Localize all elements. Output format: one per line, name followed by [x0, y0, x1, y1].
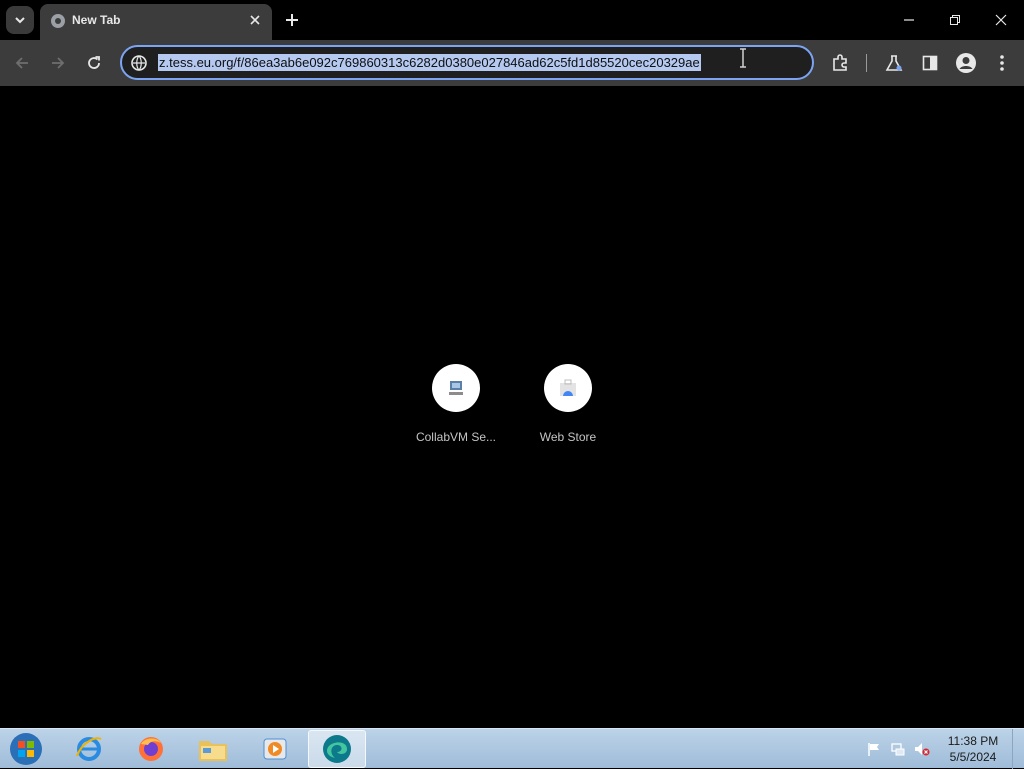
start-button[interactable] — [6, 730, 46, 768]
shortcut-tile[interactable] — [432, 364, 480, 412]
reload-icon — [88, 56, 100, 69]
shortcut-tile[interactable] — [544, 364, 592, 412]
toolbar-divider — [866, 54, 867, 72]
taskbar: 11:38 PM 5/5/2024 — [0, 728, 1024, 769]
plus-icon — [286, 14, 298, 26]
clock-date: 5/5/2024 — [949, 750, 997, 764]
globe-icon — [51, 14, 65, 28]
windows-logo-icon — [10, 733, 42, 765]
clock-time: 11:38 PM — [947, 734, 999, 748]
volume-muted-icon[interactable] — [914, 741, 930, 757]
network-icon[interactable] — [890, 741, 906, 757]
close-window-button[interactable] — [978, 0, 1024, 40]
browser-toolbar: z.tess.eu.org/f/86ea3ab6e092c769860313c6… — [0, 40, 1024, 86]
media-player-icon — [263, 738, 287, 760]
url-text[interactable]: z.tess.eu.org/f/86ea3ab6e092c769860313c6… — [158, 54, 701, 71]
system-clock[interactable]: 11:38 PM 5/5/2024 — [940, 733, 1006, 765]
labs-button[interactable] — [880, 49, 908, 77]
new-tab-page: CollabVM Se... Web Store — [0, 86, 1024, 728]
action-center-flag-icon[interactable] — [866, 741, 882, 757]
show-desktop-button[interactable] — [1012, 729, 1024, 769]
flask-icon — [885, 55, 903, 71]
folder-icon — [199, 741, 227, 761]
tab-title: New Tab — [72, 13, 121, 27]
back-button[interactable] — [8, 49, 36, 77]
tab-new-tab[interactable]: New Tab — [40, 4, 272, 40]
taskbar-app-firefox[interactable] — [122, 730, 180, 768]
taskbar-app-internet-explorer[interactable] — [60, 730, 118, 768]
browser-window: New Tab z.tess.eu.org/f/86ea3ab6e092c769… — [0, 0, 1024, 728]
chevron-down-icon — [15, 17, 25, 24]
taskbar-app-media-player[interactable] — [246, 730, 304, 768]
arrow-left-icon — [15, 57, 28, 69]
text-cursor-icon — [740, 48, 746, 68]
new-tab-button[interactable] — [280, 8, 304, 32]
shortcut-collabvm[interactable]: CollabVM Se... — [406, 364, 506, 454]
minimize-icon — [904, 19, 914, 21]
reload-button[interactable] — [80, 49, 108, 77]
address-bar[interactable]: z.tess.eu.org/f/86ea3ab6e092c769860313c6… — [120, 45, 814, 80]
puzzle-icon — [833, 54, 847, 71]
forward-button[interactable] — [44, 49, 72, 77]
extensions-button[interactable] — [826, 49, 854, 77]
side-panel-button[interactable] — [916, 49, 944, 77]
site-info-icon[interactable] — [130, 54, 148, 72]
tab-strip: New Tab — [0, 0, 1024, 40]
taskbar-app-file-explorer[interactable] — [184, 730, 242, 768]
ie-icon — [76, 737, 102, 761]
close-icon — [250, 15, 260, 25]
side-panel-icon — [922, 55, 938, 71]
close-icon — [995, 14, 1007, 26]
web-store-icon — [560, 379, 576, 396]
shortcut-web-store[interactable]: Web Store — [518, 364, 618, 454]
tab-search-button[interactable] — [6, 6, 34, 34]
taskbar-app-edge-browser[interactable] — [308, 730, 366, 768]
minimize-button[interactable] — [886, 0, 932, 40]
shortcut-label: CollabVM Se... — [415, 430, 497, 444]
restore-icon — [950, 15, 960, 25]
shortcut-label: Web Store — [539, 430, 597, 444]
avatar-icon — [956, 53, 976, 73]
tab-close-button[interactable] — [246, 11, 264, 29]
arrow-right-icon — [52, 57, 65, 69]
firefox-icon — [139, 737, 163, 761]
collabvm-icon — [449, 381, 463, 395]
profile-button[interactable] — [952, 49, 980, 77]
restore-button[interactable] — [932, 0, 978, 40]
edge-icon — [323, 735, 351, 763]
menu-button[interactable] — [988, 49, 1016, 77]
more-vertical-icon — [1000, 55, 1004, 71]
